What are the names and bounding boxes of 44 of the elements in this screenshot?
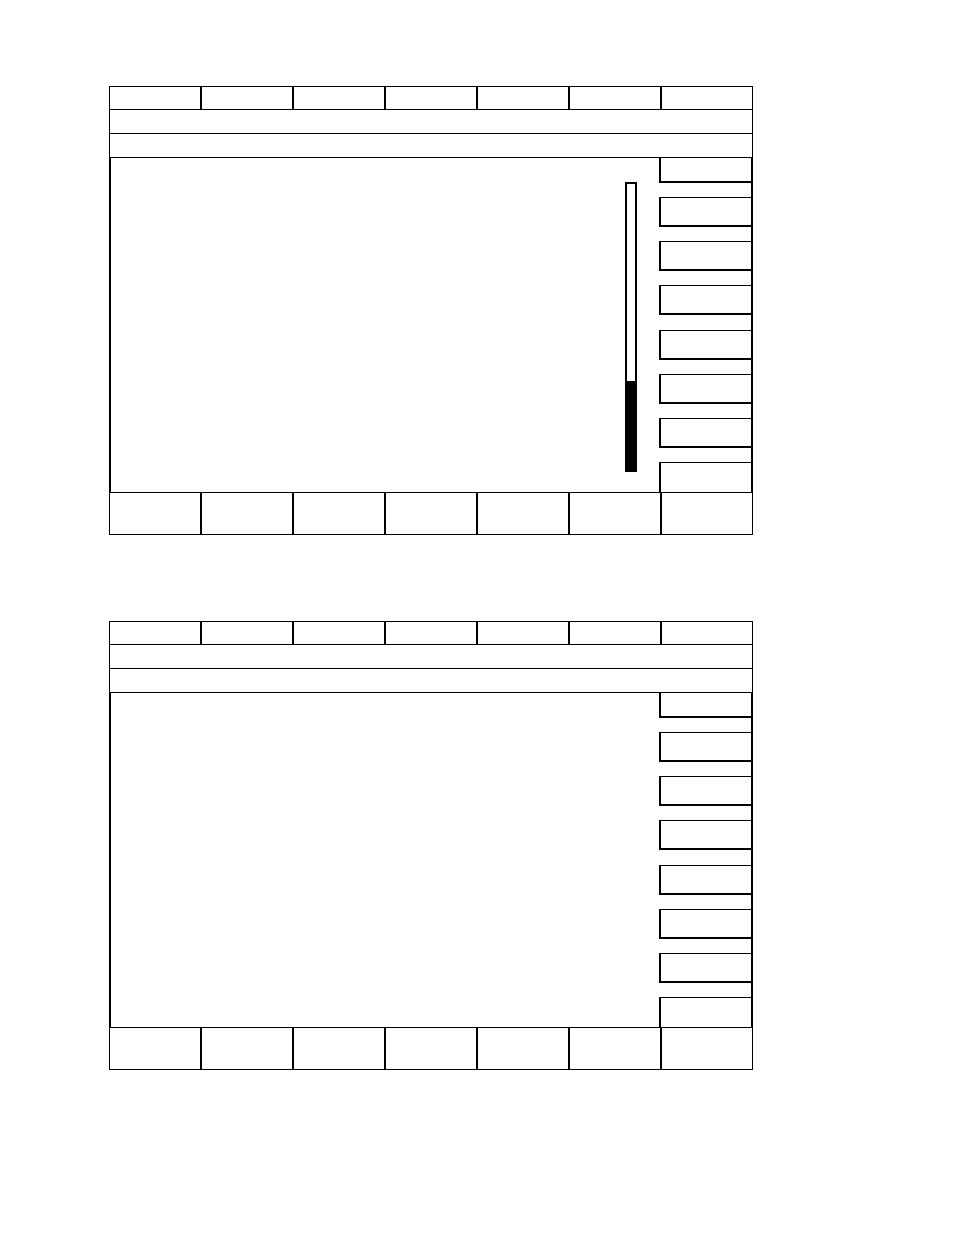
bottom-button[interactable]	[661, 492, 753, 535]
bottom-button[interactable]	[109, 492, 201, 535]
top-button[interactable]	[201, 86, 293, 110]
top-button[interactable]	[569, 86, 661, 110]
side-button[interactable]	[659, 997, 751, 1027]
bottom-button[interactable]	[477, 1027, 569, 1070]
side-button[interactable]	[659, 329, 751, 360]
side-button[interactable]	[659, 417, 751, 448]
top-button[interactable]	[661, 621, 753, 645]
side-button[interactable]	[659, 864, 751, 895]
bottom-button[interactable]	[201, 1027, 293, 1070]
top-button[interactable]	[293, 86, 385, 110]
side-button[interactable]	[659, 908, 751, 939]
bottom-button[interactable]	[201, 492, 293, 535]
bottom-button[interactable]	[569, 492, 661, 535]
top-button[interactable]	[385, 86, 477, 110]
side-button[interactable]	[659, 820, 751, 851]
side-button[interactable]	[659, 776, 751, 807]
side-button[interactable]	[659, 462, 751, 492]
top-button[interactable]	[477, 86, 569, 110]
top-button[interactable]	[477, 621, 569, 645]
bottom-button[interactable]	[477, 492, 569, 535]
top-button[interactable]	[109, 621, 201, 645]
side-button[interactable]	[659, 952, 751, 983]
side-button[interactable]	[659, 693, 751, 718]
side-button[interactable]	[659, 732, 751, 763]
side-button[interactable]	[659, 158, 751, 183]
bottom-button[interactable]	[293, 1027, 385, 1070]
bottom-button[interactable]	[661, 1027, 753, 1070]
top-button[interactable]	[569, 621, 661, 645]
top-button[interactable]	[661, 86, 753, 110]
top-button[interactable]	[201, 621, 293, 645]
bottom-button[interactable]	[109, 1027, 201, 1070]
side-button[interactable]	[659, 285, 751, 316]
bottom-button[interactable]	[569, 1027, 661, 1070]
side-button[interactable]	[659, 241, 751, 272]
bottom-button[interactable]	[293, 492, 385, 535]
top-button[interactable]	[385, 621, 477, 645]
bottom-button[interactable]	[385, 492, 477, 535]
side-button[interactable]	[659, 197, 751, 228]
top-button[interactable]	[293, 621, 385, 645]
bottom-button[interactable]	[385, 1027, 477, 1070]
top-button[interactable]	[109, 86, 201, 110]
side-button[interactable]	[659, 373, 751, 404]
